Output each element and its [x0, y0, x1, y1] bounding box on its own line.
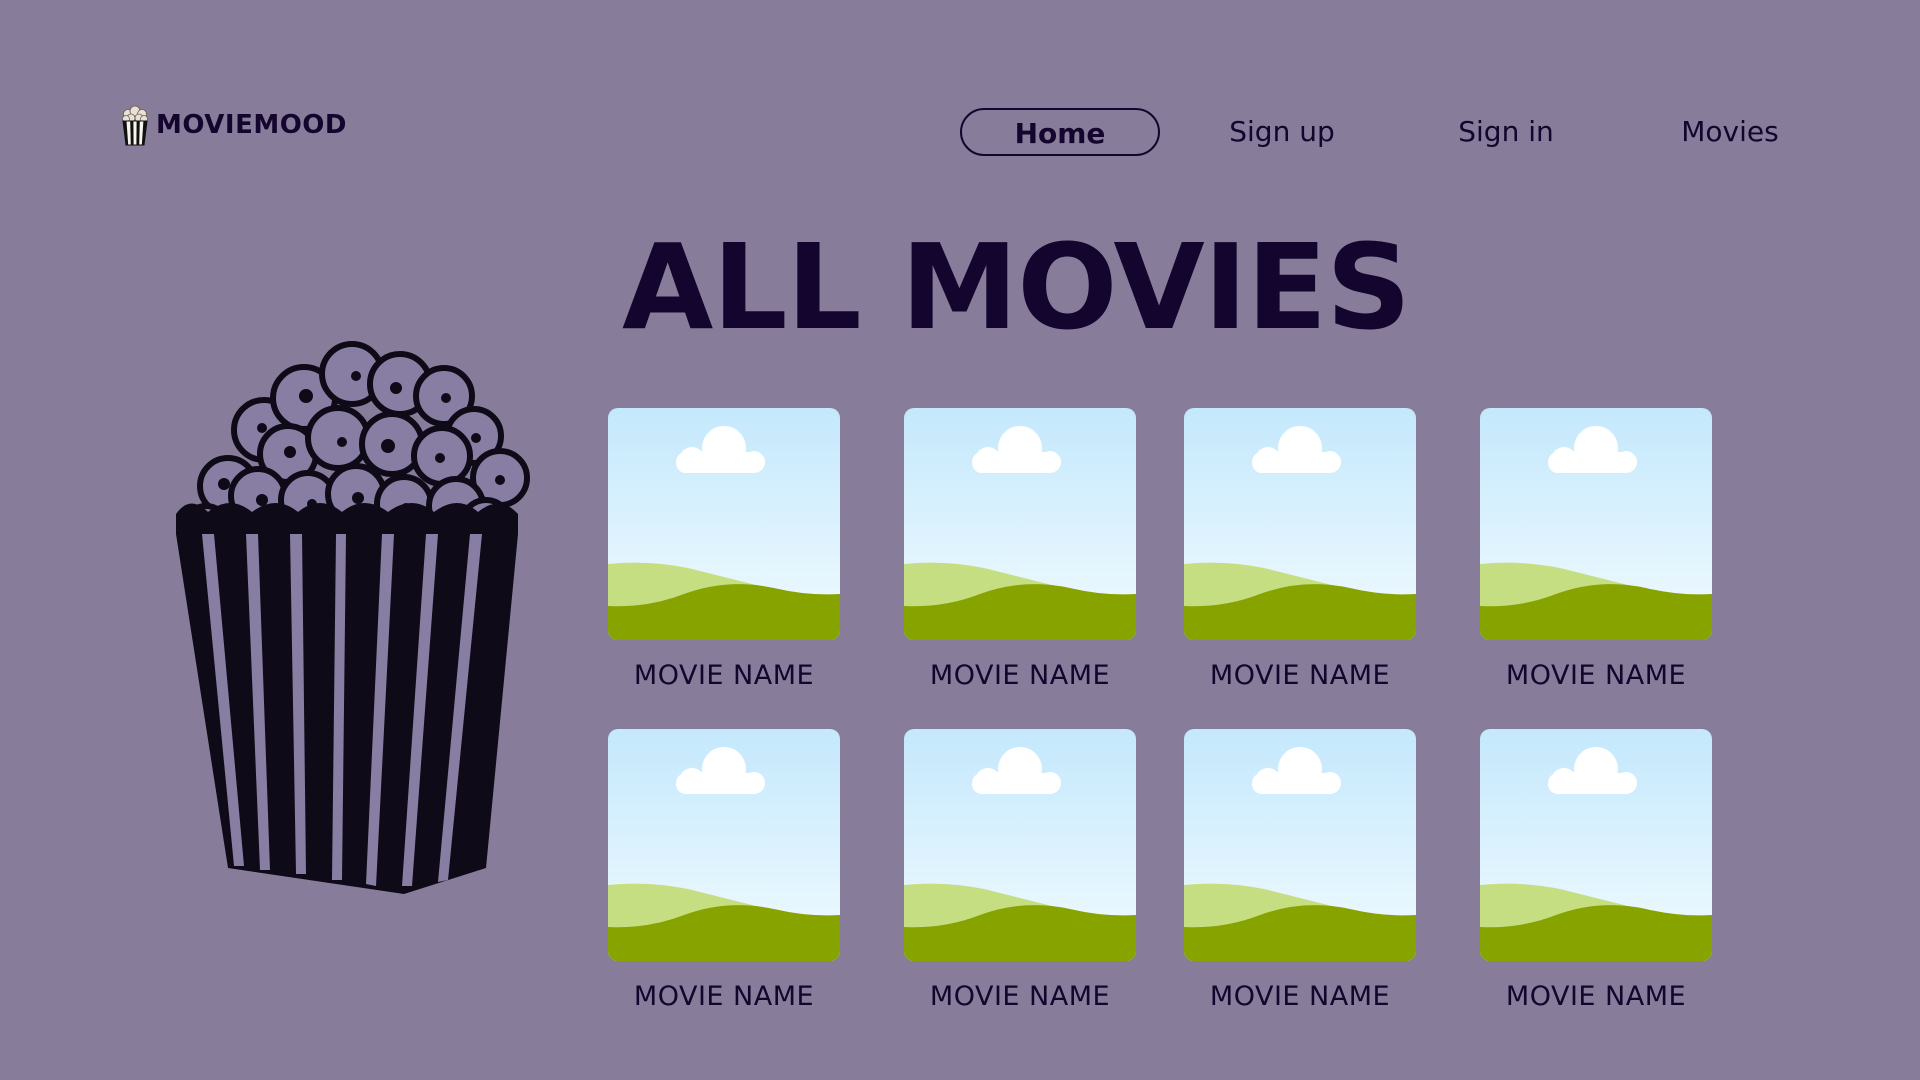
movie-name: MOVIE NAME: [1505, 981, 1687, 1012]
popcorn-icon: [122, 105, 148, 146]
movie-card[interactable]: MOVIE NAME: [1480, 729, 1712, 1012]
movie-name: MOVIE NAME: [633, 981, 815, 1012]
movie-name: MOVIE NAME: [929, 981, 1111, 1012]
nav-sign-in[interactable]: Sign in: [1406, 108, 1606, 156]
movie-card[interactable]: MOVIE NAME: [1480, 408, 1712, 691]
brand-name: MOVIEMOOD: [156, 110, 347, 140]
image-placeholder-icon: [608, 729, 840, 961]
movie-card[interactable]: MOVIE NAME: [904, 408, 1136, 691]
movie-card[interactable]: MOVIE NAME: [608, 408, 840, 691]
nav-sign-up[interactable]: Sign up: [1182, 108, 1382, 156]
image-placeholder-icon: [1184, 408, 1416, 640]
main-nav: Home Sign up Sign in Movies: [960, 108, 1800, 156]
movie-name: MOVIE NAME: [1209, 981, 1391, 1012]
movie-card[interactable]: MOVIE NAME: [608, 729, 840, 1012]
image-placeholder-icon: [1480, 729, 1712, 961]
image-placeholder-icon: [608, 408, 840, 640]
image-placeholder-icon: [1480, 408, 1712, 640]
movie-card[interactable]: MOVIE NAME: [904, 729, 1136, 1012]
brand-logo[interactable]: MOVIEMOOD: [120, 104, 347, 146]
movie-card[interactable]: MOVIE NAME: [1184, 408, 1416, 691]
movie-card[interactable]: MOVIE NAME: [1184, 729, 1416, 1012]
image-placeholder-icon: [904, 729, 1136, 961]
nav-home[interactable]: Home: [960, 108, 1160, 156]
nav-movies[interactable]: Movies: [1630, 108, 1830, 156]
image-placeholder-icon: [1184, 729, 1416, 961]
movie-name: MOVIE NAME: [633, 660, 815, 691]
image-placeholder-icon: [904, 408, 1136, 640]
movie-name: MOVIE NAME: [1209, 660, 1391, 691]
popcorn-bucket-illustration: [176, 341, 530, 894]
page-title: ALL MOVIES: [622, 218, 1411, 356]
movie-name: MOVIE NAME: [1505, 660, 1687, 691]
movie-name: MOVIE NAME: [929, 660, 1111, 691]
